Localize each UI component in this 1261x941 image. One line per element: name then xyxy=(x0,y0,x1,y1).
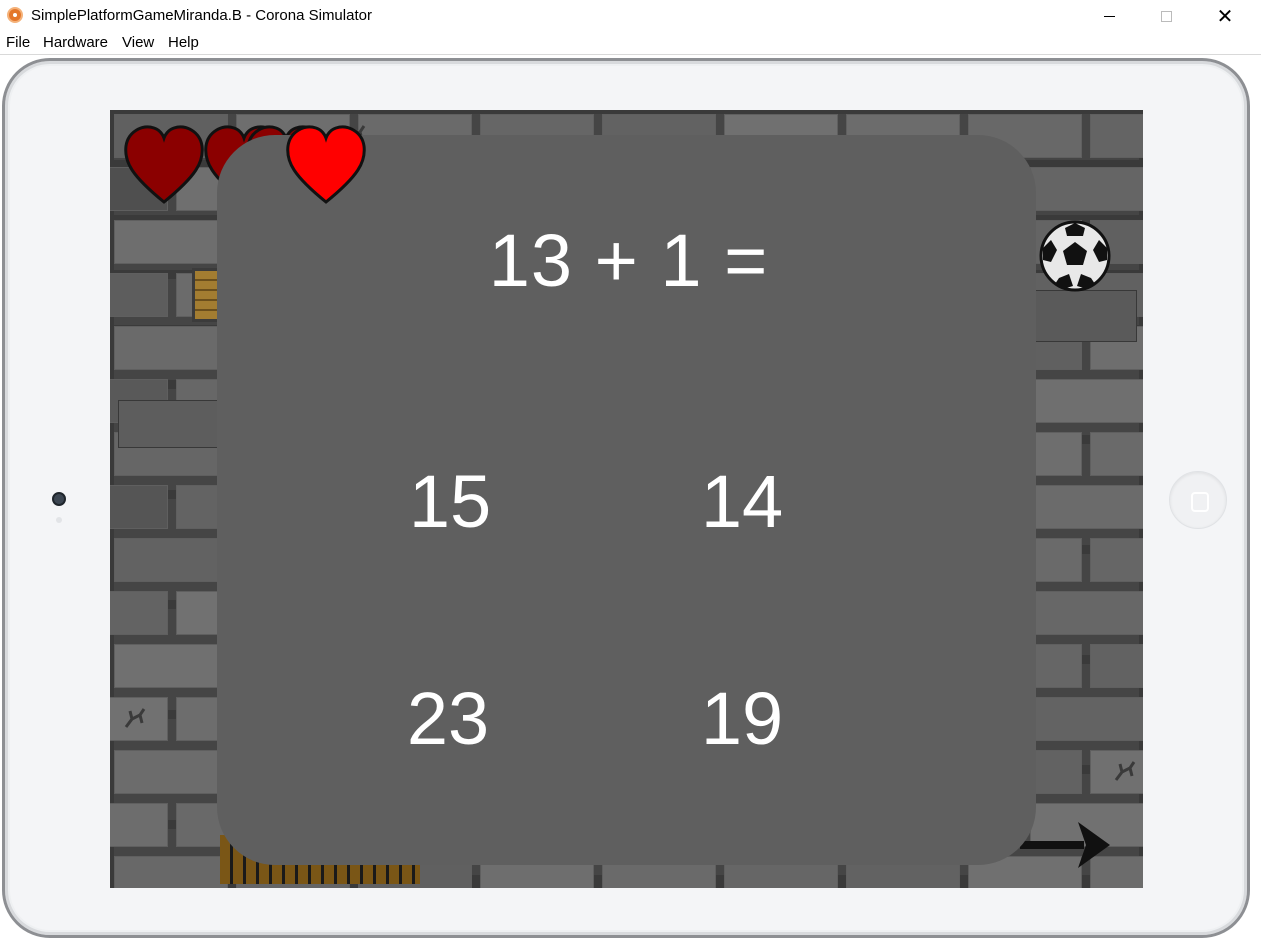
minimize-icon xyxy=(1103,15,1115,17)
menu-bar: File Hardware View Help xyxy=(0,32,1261,55)
wall-brick xyxy=(1030,697,1143,741)
menu-file[interactable]: File xyxy=(6,34,30,51)
close-icon: ✕ xyxy=(1216,4,1234,28)
sensor-dot xyxy=(56,517,62,523)
answer-button-4[interactable]: 19 xyxy=(662,682,822,756)
math-quiz-panel: 13 + 1 = 15 14 23 19 xyxy=(217,135,1036,865)
wall-brick xyxy=(1090,432,1143,476)
wall-brick xyxy=(1030,379,1143,423)
wall-brick xyxy=(110,591,168,635)
wall-brick xyxy=(1090,114,1143,158)
wall-brick xyxy=(114,856,228,888)
menu-view[interactable]: View xyxy=(122,34,154,51)
wall-brick xyxy=(114,220,228,264)
wall-brick xyxy=(110,803,168,847)
close-button[interactable]: ✕ xyxy=(1202,0,1248,32)
wall-brick xyxy=(114,644,228,688)
window-title: SimplePlatformGameMiranda.B - Corona Sim… xyxy=(31,7,372,24)
menu-help[interactable]: Help xyxy=(168,34,199,51)
wall-brick xyxy=(1090,644,1143,688)
answer-button-1[interactable]: 15 xyxy=(370,465,530,539)
wall-brick xyxy=(1090,538,1143,582)
minimize-button[interactable] xyxy=(1086,0,1132,32)
title-bar: SimplePlatformGameMiranda.B - Corona Sim… xyxy=(0,0,1261,32)
menu-hardware[interactable]: Hardware xyxy=(43,34,108,51)
wall-brick xyxy=(114,750,228,794)
wall-crack xyxy=(124,708,146,728)
answer-button-2[interactable]: 14 xyxy=(662,465,822,539)
wall-brick xyxy=(110,485,168,529)
wall-brick xyxy=(1030,167,1143,211)
corona-icon xyxy=(7,7,23,23)
maximize-button[interactable] xyxy=(1143,0,1189,32)
wall-brick xyxy=(1030,591,1143,635)
heart-icon xyxy=(286,125,366,204)
stone-ledge xyxy=(1035,290,1137,342)
answer-button-3[interactable]: 23 xyxy=(368,682,528,756)
wall-brick xyxy=(114,326,228,370)
soccer-ball-icon xyxy=(1039,220,1111,292)
heart-icon xyxy=(124,125,204,204)
maximize-icon xyxy=(1160,10,1172,22)
wall-brick xyxy=(114,538,228,582)
wall-brick xyxy=(1030,485,1143,529)
home-button[interactable] xyxy=(1169,471,1227,529)
camera-icon xyxy=(52,492,66,506)
wall-brick xyxy=(110,273,168,317)
right-arrow-icon[interactable] xyxy=(1020,822,1110,868)
quiz-question: 13 + 1 = xyxy=(488,219,769,302)
wall-crack xyxy=(1114,761,1136,781)
stone-platform xyxy=(118,400,220,448)
